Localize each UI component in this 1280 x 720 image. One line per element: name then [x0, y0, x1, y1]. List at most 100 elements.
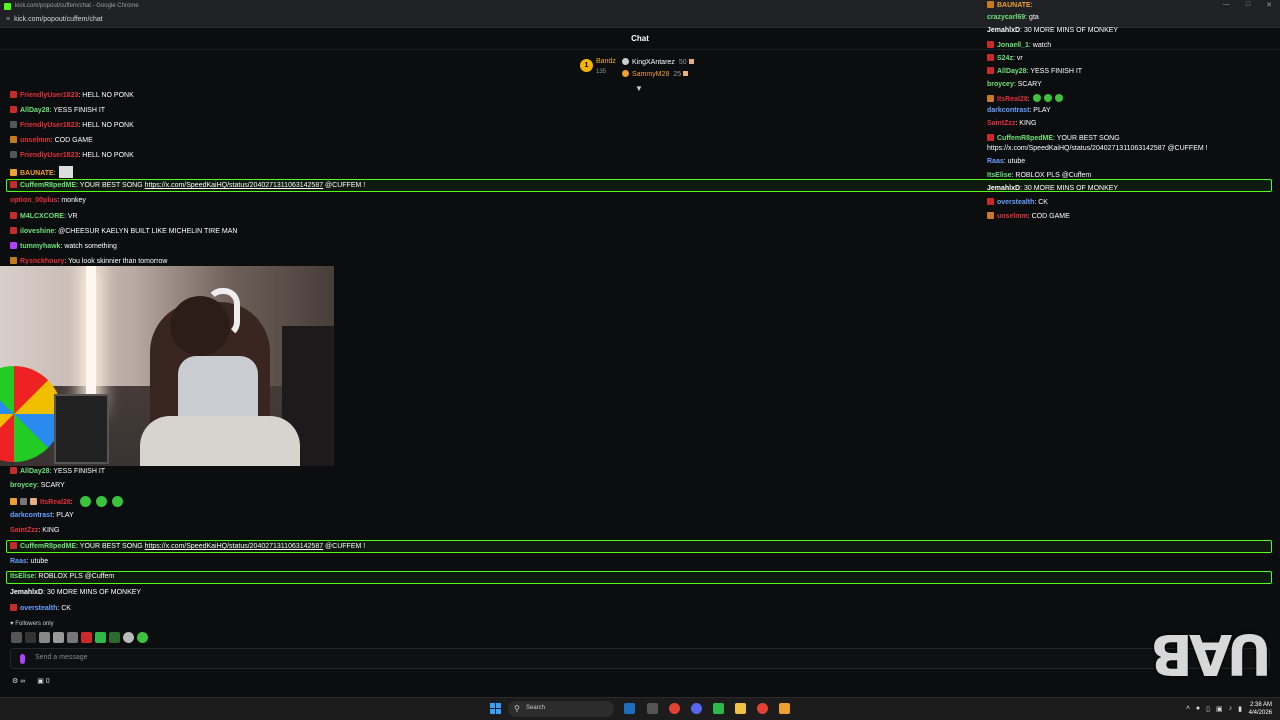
overlay-username: CuffemR8pedME	[997, 135, 1054, 142]
notes-icon[interactable]: ▯	[1206, 705, 1210, 713]
chat-username[interactable]: unselmm	[20, 137, 51, 144]
overlay-username: broycey	[987, 81, 1014, 88]
emote-icon[interactable]	[123, 632, 134, 643]
chat-username[interactable]: option_00plus	[10, 197, 57, 204]
windows-start-icon[interactable]	[490, 703, 501, 714]
app-icon[interactable]	[647, 703, 658, 714]
chat-username[interactable]: BAUNATE	[20, 170, 54, 177]
chat-link[interactable]: https://x.com/SpeedKaiHQ/status/20402713…	[145, 543, 324, 550]
chat-username[interactable]: CuffemR8pedME	[20, 182, 76, 189]
url-text[interactable]: kick.com/popout/cuffem/chat	[14, 16, 103, 23]
overlay-username: Raas	[987, 158, 1004, 165]
overlay-text: https://x.com/SpeedKaiHQ/status/20402713…	[987, 145, 1208, 152]
chat-username[interactable]: broycey	[10, 482, 37, 489]
mic-icon[interactable]: ●	[1196, 705, 1200, 713]
chat-username[interactable]: SaintZzz	[10, 527, 38, 534]
chrome-icon[interactable]	[757, 703, 768, 714]
user-badge-icon	[987, 54, 994, 61]
emote-icon[interactable]	[109, 632, 120, 643]
chat-username[interactable]: overstealth	[20, 605, 57, 612]
chat-username[interactable]: ItsElise	[10, 573, 35, 580]
system-tray[interactable]: ˄ ● ▯ ▣ ♪ ▮	[1186, 705, 1242, 713]
chat-username[interactable]: darkcontrast	[10, 512, 52, 519]
microphone-icon[interactable]	[20, 654, 25, 664]
overlay-text: : PLAY	[1029, 107, 1051, 114]
chat-username[interactable]: FriendlyUser1823	[20, 92, 78, 99]
user-badge-icon	[10, 242, 17, 249]
emote-icon[interactable]	[53, 632, 64, 643]
overlay-username: ItsReal28	[997, 96, 1028, 103]
channel-logo-watermark: UAB	[1154, 621, 1272, 686]
close-icon[interactable]: ✕	[1266, 1, 1272, 9]
user-badge-icon	[10, 151, 17, 158]
chat-username[interactable]: FriendlyUser1823	[20, 152, 78, 159]
chat-username[interactable]: Rysnckhoury	[20, 258, 64, 265]
emote-icon[interactable]	[39, 632, 50, 643]
taskbar-search[interactable]: ⚲ Search	[508, 701, 614, 717]
file-explorer-icon[interactable]	[735, 703, 746, 714]
steam-icon[interactable]	[624, 703, 635, 714]
chat-username[interactable]: AllDay28	[20, 107, 50, 114]
chat-footer-tools: ⚙ ∞ ▣ 0	[12, 677, 50, 685]
overlay-username: crazycarl69	[987, 14, 1026, 21]
chat-title: Chat	[631, 34, 649, 43]
taskbar-clock[interactable]: 2:38 AM 4/4/2026	[1249, 701, 1272, 717]
address-bar[interactable]: ≡ kick.com/popout/cuffem/chat	[0, 12, 1280, 28]
kick-favicon-icon	[4, 2, 11, 10]
overlay-message: AllDay28: YESS FINISH IT	[987, 67, 1082, 75]
chat-username[interactable]: FriendlyUser1823	[20, 122, 78, 129]
emote-icon[interactable]	[137, 632, 148, 643]
restore-icon[interactable]: □	[1246, 1, 1250, 9]
green-emote-icon	[111, 496, 123, 507]
chat-username[interactable]: iloveshine	[20, 228, 54, 235]
gift-icon	[683, 71, 689, 76]
overlay-message: JemahlxD: 30 MORE MINS OF MONKEY	[987, 27, 1118, 34]
overlay-text: : utube	[1003, 158, 1026, 165]
chevron-up-icon[interactable]: ˄	[1186, 705, 1190, 713]
chat-text: : CK	[57, 605, 71, 612]
user-badge-icon	[10, 257, 17, 264]
chat-username[interactable]: AllDay28	[20, 468, 50, 475]
emote-icon[interactable]	[11, 632, 22, 643]
overlay-text: : watch	[1028, 42, 1052, 49]
chat-username[interactable]: tummyhawk	[20, 243, 60, 250]
obs-icon[interactable]	[713, 703, 724, 714]
user-badge-icon	[987, 134, 994, 141]
emote-icon[interactable]	[67, 632, 78, 643]
quick-emote-bar[interactable]	[11, 632, 148, 644]
user-badge-icon	[10, 121, 17, 128]
emote-icon[interactable]	[95, 632, 106, 643]
chrome-icon[interactable]	[669, 703, 680, 714]
gift-leaderboard[interactable]: 1 Bandz 135 KingXAntarez 50 SammyM28 25	[580, 56, 710, 80]
chat-username[interactable]: JemahlxD	[10, 589, 43, 596]
overlay-username: AllDay28	[997, 68, 1027, 75]
stream-video[interactable]	[0, 266, 334, 466]
followers-only-notice: ♥ Followers only	[10, 621, 54, 627]
share-icon[interactable]: ⚙ ∞	[12, 677, 25, 685]
expand-pinned-icon[interactable]: ▼	[635, 84, 643, 93]
chat-link[interactable]: https://x.com/SpeedKaiHQ/status/20402713…	[145, 182, 324, 189]
volume-icon[interactable]: ♪	[1229, 705, 1233, 713]
chat-username[interactable]: CuffemR8pedME	[20, 543, 76, 550]
chat-username[interactable]: M4LCXCORE	[20, 213, 64, 220]
overlay-message: Jonaell_1: watch	[987, 41, 1051, 49]
green-emote-icon	[1032, 94, 1041, 102]
network-icon[interactable]: ▣	[1216, 705, 1223, 713]
emote-icon[interactable]	[81, 632, 92, 643]
chat-input[interactable]: Send a message	[10, 648, 1270, 669]
minimize-icon[interactable]: —	[1223, 1, 1230, 9]
chat-text: : SCARY	[36, 482, 65, 489]
site-settings-icon[interactable]: ≡	[6, 16, 10, 23]
emote-icon[interactable]	[25, 632, 36, 643]
chat-username[interactable]: ItsReal28	[40, 499, 71, 506]
window-controls: — □ ✕	[1223, 1, 1272, 9]
leader-row-score: 25	[673, 71, 682, 78]
chat-text: : 30 MORE MINS OF MONKEY	[43, 589, 142, 596]
crown-app-icon[interactable]	[779, 703, 790, 714]
chat-username[interactable]: Raas	[10, 558, 27, 565]
user-badge-icon	[10, 212, 17, 219]
discord-icon[interactable]	[691, 703, 702, 714]
search-icon: ⚲	[514, 704, 520, 713]
gift-icon[interactable]: ▣ 0	[37, 677, 49, 685]
battery-icon[interactable]: ▮	[1238, 705, 1242, 713]
